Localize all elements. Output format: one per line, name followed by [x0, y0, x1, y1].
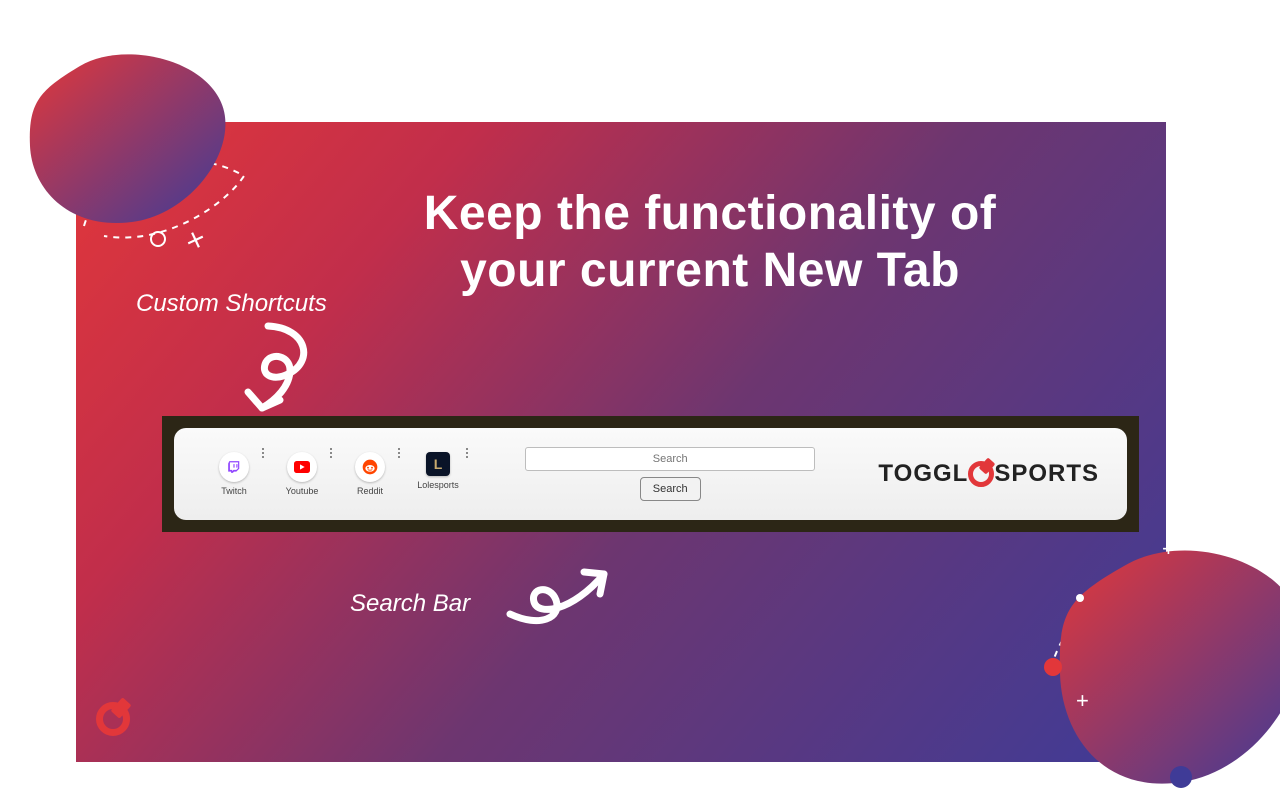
shortcut-reddit[interactable]: Reddit	[346, 452, 394, 496]
promo-headline: Keep the functionality of your current N…	[310, 186, 1110, 299]
headline-line-1: Keep the functionality of	[424, 187, 997, 240]
search-button[interactable]: Search	[640, 477, 701, 501]
shortcut-label: Reddit	[357, 486, 383, 496]
togglesports-logo: TOGGL SPORTS	[878, 460, 1127, 488]
annotation-custom-shortcuts: Custom Shortcuts	[100, 290, 327, 318]
corner-logo-icon	[96, 702, 130, 736]
search-area: Search	[462, 447, 878, 501]
twitch-icon	[219, 452, 249, 482]
shortcut-lolesports[interactable]: L Lolesports	[414, 452, 462, 496]
shortcut-label: Twitch	[221, 486, 247, 496]
decorative-blob-top-left	[24, 52, 234, 232]
decorative-dot-purple	[1170, 766, 1192, 788]
decorative-ring-icon	[150, 231, 166, 247]
decorative-blob-bottom-right	[1050, 546, 1280, 796]
shortcut-menu-icon[interactable]	[330, 448, 332, 458]
arrow-icon	[500, 550, 620, 630]
shortcut-twitch[interactable]: Twitch	[210, 452, 258, 496]
shortcut-label: Youtube	[286, 486, 319, 496]
annotation-search-bar: Search Bar	[350, 590, 470, 618]
brand-text-left: TOGGL	[878, 460, 968, 488]
lolesports-icon: L	[426, 452, 450, 476]
shortcut-label: Lolesports	[417, 480, 459, 490]
new-tab-preview: Twitch Youtube Reddit	[162, 416, 1139, 532]
shortcut-menu-icon[interactable]	[262, 448, 264, 458]
youtube-icon	[287, 452, 317, 482]
reddit-icon	[355, 452, 385, 482]
shortcut-menu-icon[interactable]	[398, 448, 400, 458]
arrow-icon	[232, 318, 332, 418]
brand-mark-icon	[968, 461, 994, 487]
shortcut-list: Twitch Youtube Reddit	[174, 452, 462, 496]
decorative-dot-white	[1076, 594, 1084, 602]
shortcut-menu-icon[interactable]	[466, 448, 468, 458]
decorative-plus-icon: +	[1076, 688, 1089, 714]
shortcut-youtube[interactable]: Youtube	[278, 452, 326, 496]
decorative-dot-red	[1044, 658, 1062, 676]
new-tab-bar: Twitch Youtube Reddit	[174, 428, 1127, 520]
search-input[interactable]	[525, 447, 815, 471]
brand-text-right: SPORTS	[994, 460, 1099, 488]
headline-line-2: your current New Tab	[460, 244, 960, 297]
decorative-plus-icon: +	[1162, 536, 1175, 562]
